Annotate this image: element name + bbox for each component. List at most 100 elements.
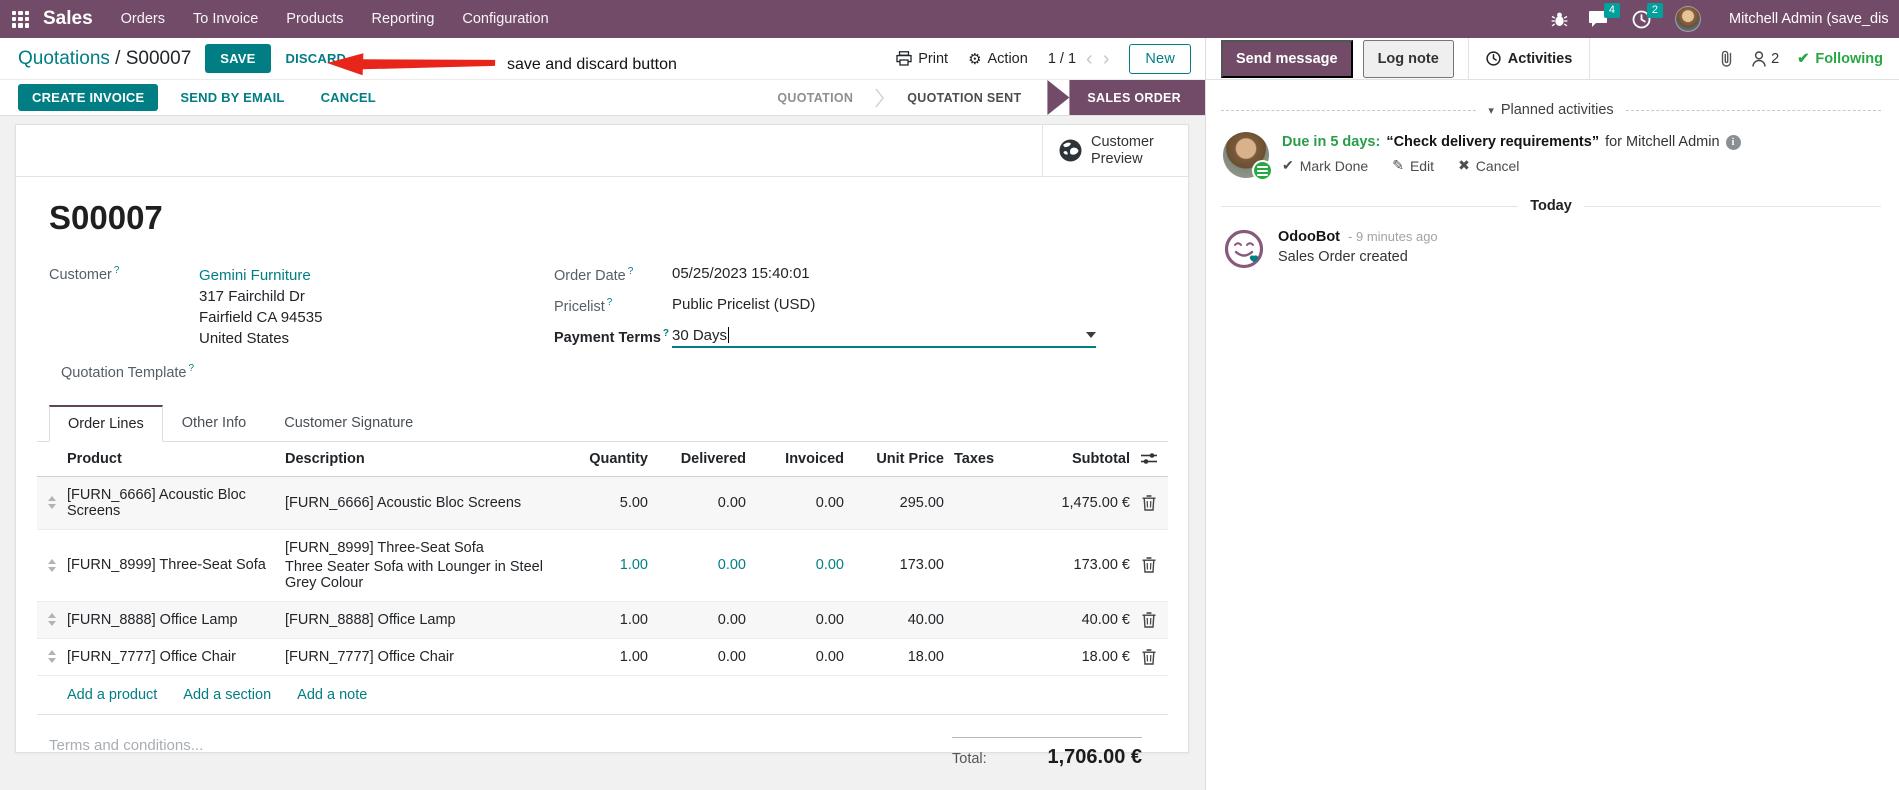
taxes-cell[interactable] <box>944 493 1002 513</box>
payment-terms-input[interactable]: 30 Days <box>672 327 1096 348</box>
drag-handle-icon[interactable] <box>48 650 56 664</box>
customer-name-link[interactable]: Gemini Furniture <box>199 265 322 286</box>
menu-to-invoice[interactable]: To Invoice <box>193 11 258 27</box>
app-name[interactable]: Sales <box>43 8 93 30</box>
print-button[interactable]: Print <box>896 51 948 67</box>
menu-orders[interactable]: Orders <box>121 11 165 27</box>
invoiced-cell[interactable]: 0.00 <box>746 639 844 675</box>
drag-handle-icon[interactable] <box>48 558 56 572</box>
create-invoice-button[interactable]: CREATE INVOICE <box>18 84 159 111</box>
tab-order-lines[interactable]: Order Lines <box>49 404 163 442</box>
col-delivered[interactable]: Delivered <box>648 442 746 476</box>
menu-products[interactable]: Products <box>286 11 343 27</box>
followers-button[interactable]: 2 <box>1752 51 1779 67</box>
delivered-cell[interactable]: 0.00 <box>648 485 746 521</box>
description-cell[interactable]: [FURN_8888] Office Lamp <box>285 602 548 638</box>
dropdown-caret-icon[interactable] <box>1086 332 1096 339</box>
log-note-button[interactable]: Log note <box>1362 39 1454 78</box>
delete-row-button[interactable] <box>1130 602 1168 638</box>
debug-bug-icon[interactable] <box>1551 11 1568 28</box>
description-cell[interactable]: [FURN_8999] Three-Seat Sofa Three Seater… <box>285 530 548 601</box>
user-avatar[interactable] <box>1675 6 1701 32</box>
add-a-note-link[interactable]: Add a note <box>297 687 367 703</box>
col-unit-price[interactable]: Unit Price <box>844 442 944 476</box>
invoiced-cell[interactable]: 0.00 <box>746 602 844 638</box>
customer-address-line1: 317 Fairchild Dr <box>199 288 305 305</box>
drag-handle-icon[interactable] <box>48 496 56 510</box>
order-line-row[interactable]: [FURN_6666] Acoustic Bloc Screens [FURN_… <box>37 476 1168 530</box>
delete-row-button[interactable] <box>1130 547 1168 583</box>
description-cell[interactable]: [FURN_7777] Office Chair <box>285 639 548 675</box>
pager-next-icon[interactable]: › <box>1103 49 1110 69</box>
col-product[interactable]: Product <box>67 442 285 476</box>
order-line-row[interactable]: [FURN_8888] Office Lamp [FURN_8888] Offi… <box>37 601 1168 639</box>
unit-price-cell[interactable]: 173.00 <box>844 547 944 583</box>
cancel-button[interactable]: CANCEL <box>307 84 390 111</box>
new-button[interactable]: New <box>1129 43 1191 74</box>
product-cell[interactable]: [FURN_8999] Three-Seat Sofa <box>67 547 285 583</box>
pager-prev-icon[interactable]: ‹ <box>1086 49 1093 69</box>
invoiced-cell[interactable]: 0.00 <box>746 485 844 521</box>
breadcrumb-quotations-link[interactable]: Quotations <box>18 48 110 69</box>
tab-customer-signature[interactable]: Customer Signature <box>265 405 432 442</box>
following-button[interactable]: ✔ Following <box>1797 51 1883 67</box>
tab-other-info[interactable]: Other Info <box>163 405 265 442</box>
apps-grid-icon[interactable] <box>12 10 29 28</box>
edit-activity-button[interactable]: ✎ Edit <box>1392 157 1434 174</box>
unit-price-cell[interactable]: 295.00 <box>844 485 944 521</box>
status-quotation-sent[interactable]: QUOTATION SENT <box>887 91 1041 105</box>
taxes-cell[interactable] <box>944 555 1002 575</box>
delivered-cell[interactable]: 0.00 <box>648 602 746 638</box>
col-description[interactable]: Description <box>285 442 548 476</box>
delivered-cell[interactable]: 0.00 <box>648 639 746 675</box>
save-button[interactable]: SAVE <box>205 44 271 73</box>
unit-price-cell[interactable]: 40.00 <box>844 602 944 638</box>
quantity-cell[interactable]: 1.00 <box>548 602 648 638</box>
pricelist-value[interactable]: Public Pricelist (USD) <box>672 296 815 313</box>
status-quotation[interactable]: QUOTATION <box>757 91 873 105</box>
description-cell[interactable]: [FURN_6666] Acoustic Bloc Screens <box>285 485 548 521</box>
planned-activities-toggle[interactable]: ▾ Planned activities <box>1488 102 1613 118</box>
col-quantity[interactable]: Quantity <box>548 442 648 476</box>
col-invoiced[interactable]: Invoiced <box>746 442 844 476</box>
optional-columns-icon[interactable] <box>1130 443 1168 474</box>
invoiced-cell[interactable]: 0.00 <box>746 547 844 583</box>
action-menu-button[interactable]: ⚙ Action <box>968 50 1028 68</box>
delete-row-button[interactable] <box>1130 485 1168 521</box>
quantity-cell[interactable]: 1.00 <box>548 639 648 675</box>
send-message-button[interactable]: Send message <box>1221 39 1353 78</box>
messages-icon[interactable]: 4 <box>1588 3 1620 28</box>
cancel-activity-button[interactable]: ✖ Cancel <box>1458 157 1519 174</box>
order-line-row[interactable]: [FURN_7777] Office Chair [FURN_7777] Off… <box>37 639 1168 676</box>
col-taxes[interactable]: Taxes <box>944 442 1002 476</box>
add-a-product-link[interactable]: Add a product <box>67 687 157 703</box>
terms-placeholder[interactable]: Terms and conditions... <box>49 737 203 769</box>
customer-preview-button[interactable]: Customer Preview <box>1042 125 1188 176</box>
user-name[interactable]: Mitchell Admin (save_discar <box>1729 11 1889 27</box>
product-cell[interactable]: [FURN_7777] Office Chair <box>67 639 285 675</box>
drag-handle-icon[interactable] <box>48 613 56 627</box>
mark-done-button[interactable]: ✔ Mark Done <box>1282 157 1368 174</box>
col-subtotal[interactable]: Subtotal <box>1002 442 1130 476</box>
delete-row-button[interactable] <box>1130 639 1168 675</box>
product-cell[interactable]: [FURN_8888] Office Lamp <box>67 602 285 638</box>
activities-tab[interactable]: Activities <box>1467 38 1591 79</box>
send-by-email-button[interactable]: SEND BY EMAIL <box>166 84 298 111</box>
menu-configuration[interactable]: Configuration <box>462 11 548 27</box>
quantity-cell[interactable]: 5.00 <box>548 485 648 521</box>
quotation-template-input[interactable] <box>211 363 554 381</box>
menu-reporting[interactable]: Reporting <box>372 11 435 27</box>
quantity-cell[interactable]: 1.00 <box>548 547 648 583</box>
product-cell[interactable]: [FURN_6666] Acoustic Bloc Screens <box>67 477 285 529</box>
message-author[interactable]: OdooBot <box>1278 229 1340 245</box>
delivered-cell[interactable]: 0.00 <box>648 547 746 583</box>
taxes-cell[interactable] <box>944 647 1002 667</box>
info-icon[interactable]: i <box>1725 134 1741 150</box>
order-date-value[interactable]: 05/25/2023 15:40:01 <box>672 265 810 282</box>
add-a-section-link[interactable]: Add a section <box>183 687 271 703</box>
activity-clock-icon[interactable]: 2 <box>1632 2 1663 29</box>
taxes-cell[interactable] <box>944 610 1002 630</box>
order-line-row[interactable]: [FURN_8999] Three-Seat Sofa [FURN_8999] … <box>37 530 1168 602</box>
attachment-paperclip-icon[interactable] <box>1719 49 1734 68</box>
unit-price-cell[interactable]: 18.00 <box>844 639 944 675</box>
